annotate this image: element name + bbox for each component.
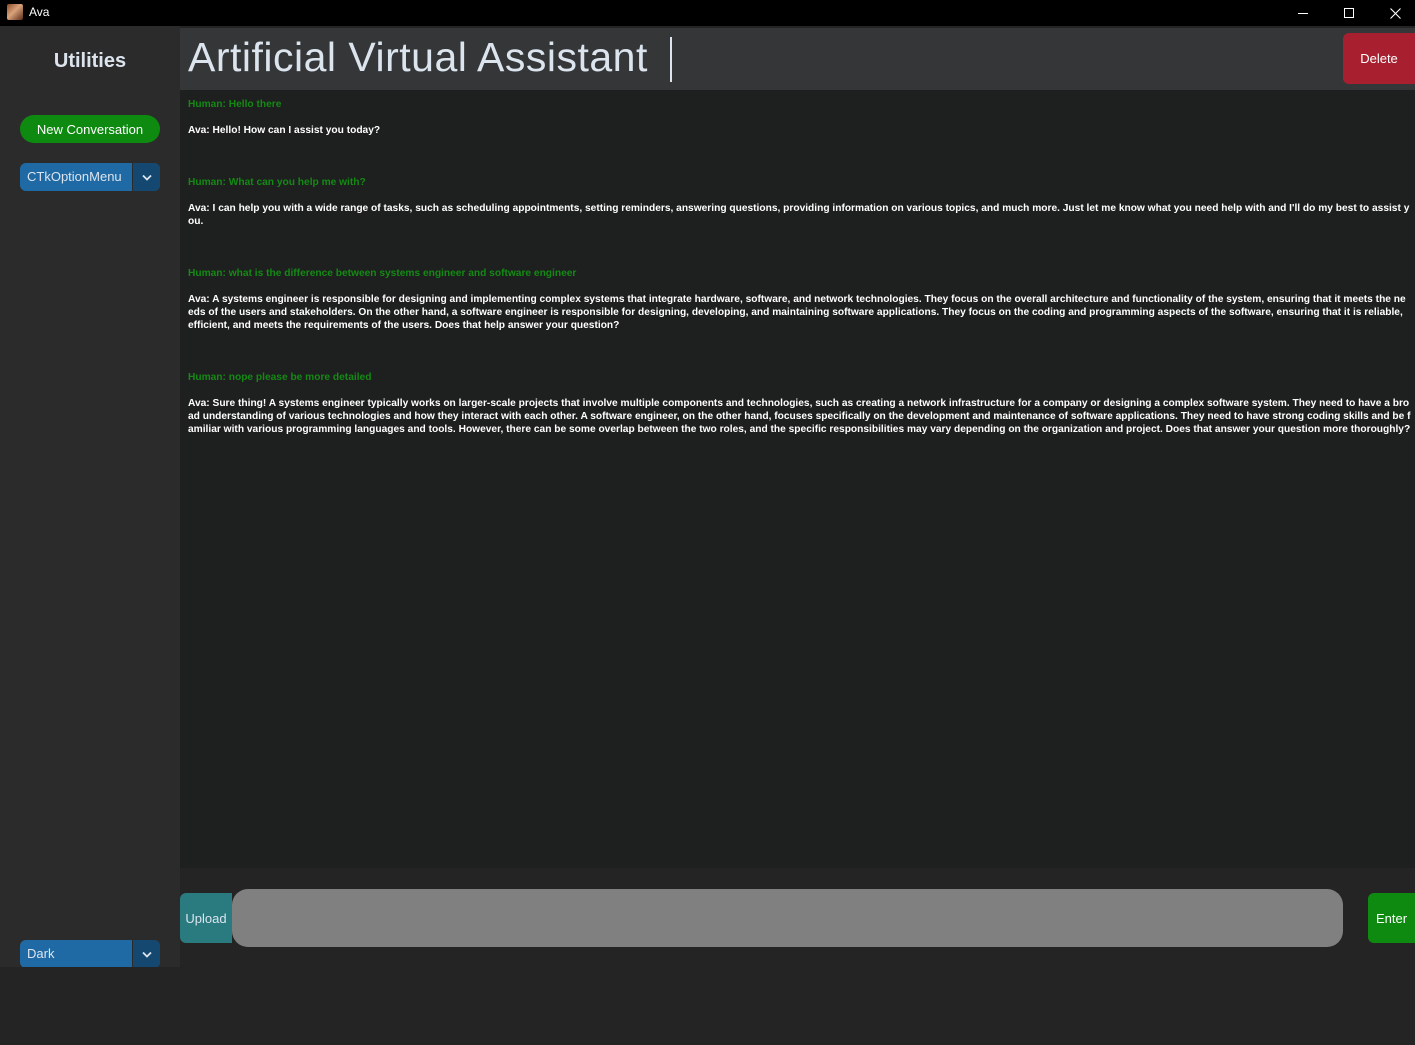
human-message: Human: nope please be more detailed [188, 372, 372, 383]
minimize-icon [1298, 12, 1308, 14]
conversation-option-menu[interactable]: CTkOptionMenu [20, 163, 160, 191]
assistant-message: Ava: A systems engineer is responsible f… [188, 294, 1406, 331]
assistant-message: Ava: Hello! How can I assist you today? [188, 125, 381, 136]
delete-button[interactable]: Delete [1343, 33, 1415, 84]
human-message: Human: What can you help me with? [188, 177, 366, 188]
upload-button[interactable]: Upload [180, 893, 232, 943]
appearance-mode-value: Dark [27, 946, 55, 961]
chevron-down-icon [141, 951, 152, 958]
sidebar-title: Utilities [53, 50, 127, 72]
human-message: Human: Hello there [188, 99, 282, 110]
close-button[interactable] [1372, 0, 1415, 26]
minimize-button[interactable] [1280, 0, 1326, 26]
header: Artificial Virtual Assistant [180, 28, 1415, 90]
close-icon [1389, 7, 1401, 19]
chevron-down-icon [141, 174, 152, 181]
maximize-icon [1344, 8, 1354, 18]
sidebar: Utilities New Conversation CTkOptionMenu… [0, 26, 180, 968]
enter-button[interactable]: Enter [1368, 893, 1415, 943]
appearance-mode-dropdown-button[interactable] [132, 940, 160, 968]
assistant-message: Ava: I can help you with a wide range of… [188, 203, 1410, 227]
human-message: Human: what is the difference between sy… [188, 268, 577, 279]
window-title: Ava [29, 5, 50, 19]
window-bottom-area [0, 967, 1415, 1045]
maximize-button[interactable] [1326, 0, 1372, 26]
appearance-mode-menu[interactable]: Dark [20, 940, 160, 968]
message-input[interactable] [232, 889, 1343, 947]
page-title[interactable]: Artificial Virtual Assistant [188, 34, 648, 81]
text-cursor [670, 37, 672, 82]
assistant-message: Ava: Sure thing! A systems engineer typi… [188, 398, 1411, 435]
option-menu-value: CTkOptionMenu [27, 169, 122, 184]
chat-transcript[interactable]: Human: Hello there Ava: Hello! How can I… [180, 90, 1415, 868]
new-conversation-button[interactable]: New Conversation [20, 115, 160, 143]
app-icon [7, 4, 23, 20]
option-menu-dropdown-button[interactable] [132, 163, 160, 191]
window-titlebar: Ava [0, 0, 1415, 26]
